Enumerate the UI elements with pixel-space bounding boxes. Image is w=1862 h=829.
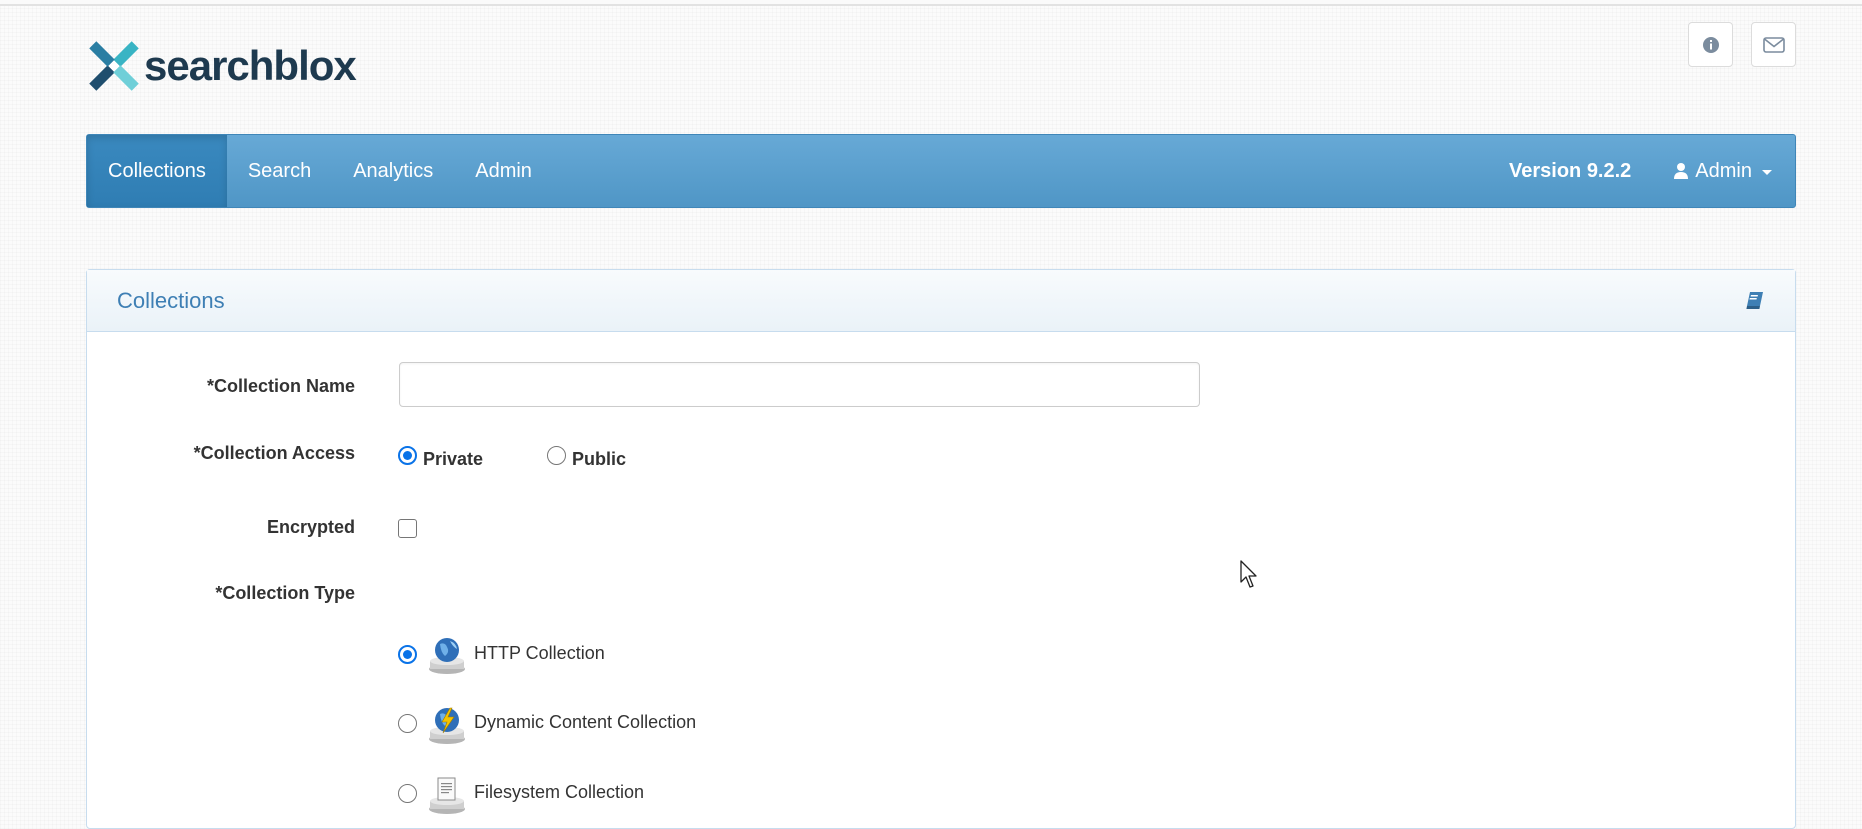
- type-dynamic-radio[interactable]: [398, 714, 417, 733]
- top-border: [0, 0, 1862, 6]
- panel-title: Collections: [117, 287, 225, 313]
- searchblox-logo[interactable]: searchblox: [86, 34, 357, 98]
- brand-name: searchblox: [144, 42, 357, 89]
- globe-icon: [429, 638, 465, 674]
- type-dynamic-label: Dynamic Content Collection: [474, 712, 697, 732]
- info-button[interactable]: [1688, 22, 1733, 67]
- collection-name-input[interactable]: [399, 362, 1200, 407]
- user-menu[interactable]: Admin: [1652, 135, 1795, 207]
- user-menu-label: Admin: [1695, 159, 1752, 182]
- type-filesystem-radio[interactable]: [398, 784, 417, 803]
- access-private-label: Private: [423, 449, 484, 469]
- type-filesystem-label: Filesystem Collection: [474, 782, 645, 802]
- access-public-radio[interactable]: [547, 446, 566, 465]
- access-public-label: Public: [572, 449, 627, 469]
- chevron-down-icon: [1762, 169, 1772, 175]
- type-http-label: HTTP Collection: [474, 643, 605, 663]
- encrypted-checkbox[interactable]: [398, 519, 417, 538]
- main-navbar: Collections Search Analytics Admin Versi…: [86, 134, 1796, 208]
- encrypted-label: Encrypted: [266, 517, 355, 537]
- mouse-cursor-icon: [1240, 560, 1257, 588]
- mail-button[interactable]: [1751, 22, 1796, 67]
- book-icon[interactable]: [1745, 290, 1765, 310]
- panel-header: Collections: [87, 270, 1795, 332]
- lightning-globe-icon: [429, 707, 465, 744]
- collections-panel: Collections: [86, 269, 1796, 829]
- document-icon: [429, 777, 465, 814]
- version-label: Version 9.2.2: [1509, 159, 1632, 182]
- nav-analytics[interactable]: Analytics: [332, 135, 454, 207]
- collection-access-label: *Collection Access: [193, 443, 355, 463]
- access-private-radio[interactable]: [398, 446, 417, 465]
- envelope-icon: [1762, 36, 1785, 53]
- info-circle-icon: [1702, 36, 1719, 53]
- nav-admin[interactable]: Admin: [454, 135, 553, 207]
- collection-type-label: *Collection Type: [215, 583, 355, 603]
- nav-collections[interactable]: Collections: [87, 135, 227, 207]
- nav-search[interactable]: Search: [227, 135, 332, 207]
- searchblox-logo-icon: [89, 41, 139, 91]
- user-icon: [1674, 163, 1689, 179]
- type-http-radio[interactable]: [398, 645, 417, 664]
- collection-name-label: *Collection Name: [206, 376, 355, 396]
